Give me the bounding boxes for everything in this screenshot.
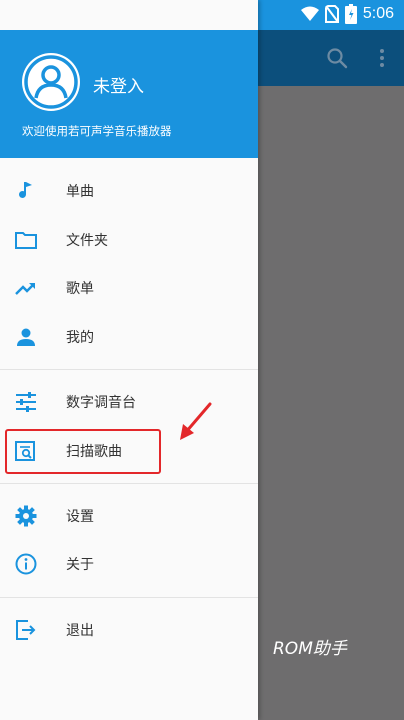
menu-item-settings[interactable]: 设置 [0, 493, 258, 539]
more-vert-icon[interactable] [372, 46, 392, 70]
menu-item-exit[interactable]: 退出 [0, 607, 258, 653]
menu-item-playlists[interactable]: 歌单 [0, 265, 258, 311]
menu-item-mine[interactable]: 我的 [0, 314, 258, 360]
drawer-header: 未登入 欢迎使用若可声学音乐播放器 [0, 30, 258, 158]
person-avatar-icon [24, 55, 78, 109]
menu-item-about[interactable]: 关于 [0, 541, 258, 587]
menu-label: 退出 [66, 623, 94, 639]
red-arrow-icon [180, 402, 212, 440]
music-note-icon [14, 179, 38, 203]
watermark: ROM助手 [273, 639, 347, 659]
equalizer-icon [14, 390, 38, 414]
user-name[interactable]: 未登入 [93, 72, 144, 97]
avatar[interactable] [22, 53, 80, 111]
menu-label: 单曲 [66, 184, 94, 200]
menu-item-folders[interactable]: 文件夹 [0, 217, 258, 263]
menu-item-songs[interactable]: 单曲 [0, 168, 258, 214]
menu-label: 歌单 [66, 281, 94, 297]
battery-icon [344, 4, 357, 24]
exit-icon [14, 618, 38, 642]
gear-icon [14, 504, 38, 528]
clock: 5:06 [362, 5, 394, 22]
search-icon[interactable] [326, 47, 348, 69]
person-icon [14, 325, 38, 349]
welcome-text: 欢迎使用若可声学音乐播放器 [22, 124, 172, 138]
no-sim-icon [324, 5, 339, 23]
divider [0, 369, 258, 370]
menu-item-equalizer[interactable]: 数字调音台 [0, 379, 258, 425]
navigation-drawer: 未登入 欢迎使用若可声学音乐播放器 单曲 文件夹 歌单 我的 数字调音台 扫描歌… [0, 0, 258, 720]
trending-up-icon [14, 276, 38, 300]
menu-label: 文件夹 [66, 233, 108, 249]
wifi-icon [300, 6, 319, 21]
divider [0, 597, 258, 598]
highlight-box [5, 429, 161, 474]
menu-label: 数字调音台 [66, 395, 136, 411]
divider [0, 483, 258, 484]
menu-label: 我的 [66, 330, 94, 346]
menu-label: 关于 [66, 557, 94, 573]
info-icon [14, 552, 38, 576]
menu-label: 设置 [66, 509, 94, 525]
folder-icon [14, 228, 38, 252]
